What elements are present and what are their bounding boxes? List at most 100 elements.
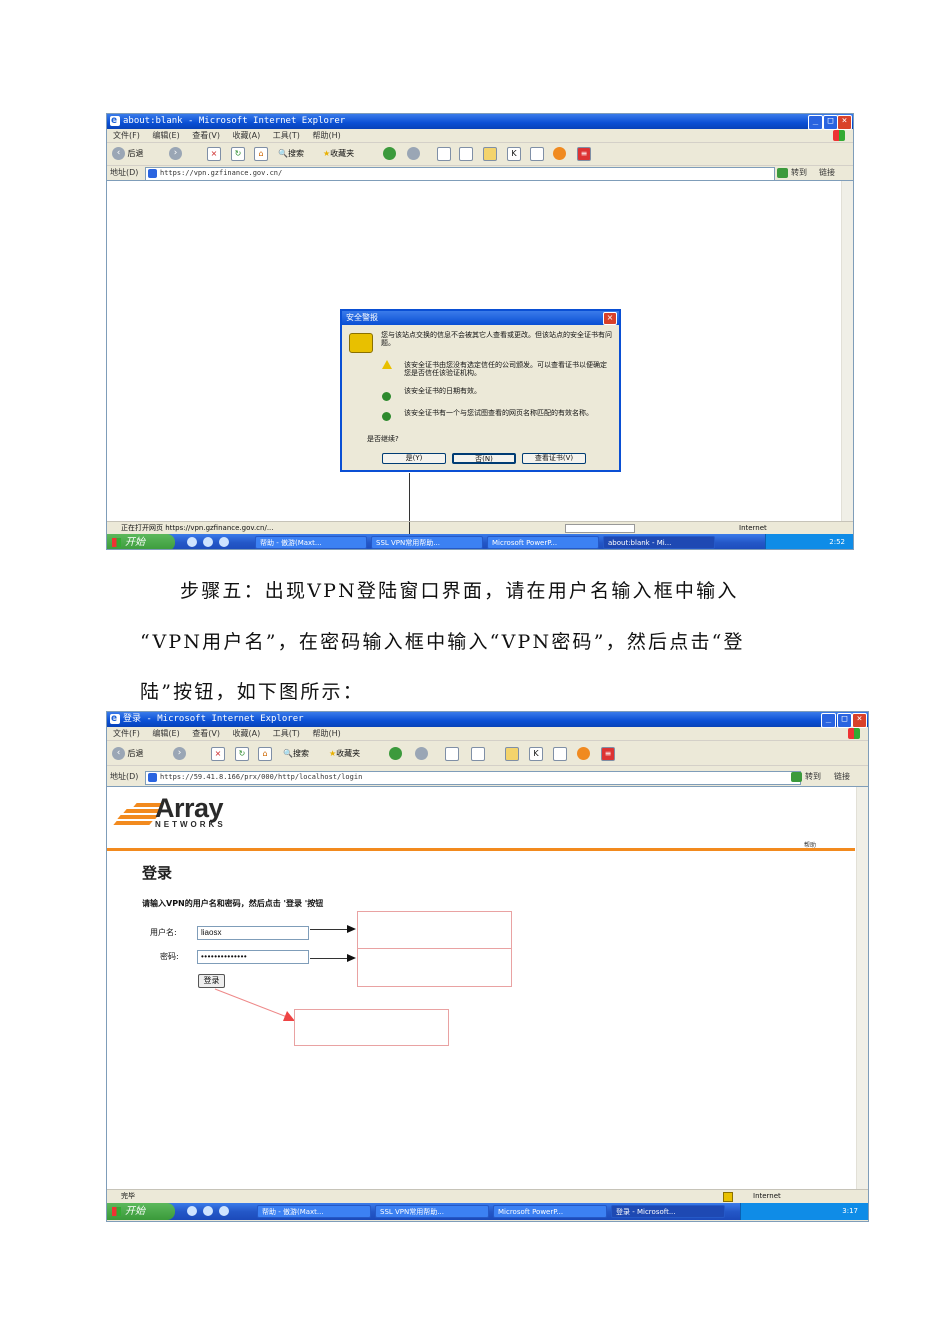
links-label[interactable]: 链接 bbox=[834, 770, 850, 784]
no-button[interactable]: 否(N) bbox=[452, 453, 516, 464]
back-button[interactable]: ‹ 后退 bbox=[112, 146, 144, 162]
menu-favorites[interactable]: 收藏(A) bbox=[233, 131, 261, 140]
menu-help[interactable]: 帮助(H) bbox=[312, 131, 340, 140]
home-button[interactable]: ⌂ bbox=[258, 746, 272, 762]
edit-button[interactable] bbox=[459, 146, 473, 162]
address-input[interactable]: https://59.41.8.166/prx/000/http/localho… bbox=[145, 771, 801, 785]
quicklaunch-icon[interactable] bbox=[219, 1206, 229, 1216]
start-button[interactable]: 开始 bbox=[107, 534, 175, 549]
back-button[interactable]: ‹ 后退 bbox=[112, 746, 144, 762]
menu-view[interactable]: 查看(V) bbox=[192, 729, 220, 738]
favorites-button[interactable]: ★收藏夹 bbox=[323, 146, 354, 162]
tool-button[interactable] bbox=[530, 146, 544, 162]
go-button[interactable]: 转到 bbox=[805, 770, 821, 784]
history-button[interactable] bbox=[415, 746, 428, 762]
start-button[interactable]: 开始 bbox=[107, 1203, 175, 1220]
username-field[interactable]: liaosx bbox=[197, 926, 309, 940]
menu-edit[interactable]: 编辑(E) bbox=[152, 729, 179, 738]
folder-button[interactable] bbox=[505, 746, 519, 762]
quicklaunch-icon[interactable] bbox=[187, 1206, 197, 1216]
print-button[interactable] bbox=[445, 746, 459, 762]
tool-button[interactable] bbox=[553, 746, 567, 762]
print-button[interactable] bbox=[437, 146, 451, 162]
ie-icon bbox=[110, 712, 120, 726]
quicklaunch-icon[interactable] bbox=[187, 537, 197, 547]
history-button[interactable] bbox=[407, 146, 420, 162]
taskbar-item[interactable]: SSL VPN常用帮助... bbox=[375, 1205, 489, 1218]
flag-button[interactable]: ≡ bbox=[601, 746, 615, 762]
menu-edit[interactable]: 编辑(E) bbox=[152, 131, 179, 140]
taskbar: 开始 帮助 - 傲游(Maxt... SSL VPN常用帮助... Micros… bbox=[107, 1203, 868, 1220]
ie-window-2: 登录 - Microsoft Internet Explorer _ □ × 文… bbox=[106, 711, 869, 1222]
search-button[interactable]: 🔍搜索 bbox=[278, 146, 304, 162]
refresh-button[interactable]: ↻ bbox=[231, 146, 245, 162]
menu-tools[interactable]: 工具(T) bbox=[273, 131, 300, 140]
close-button[interactable]: × bbox=[837, 115, 852, 130]
taskbar-item[interactable]: Microsoft PowerP... bbox=[493, 1205, 607, 1218]
links-label[interactable]: 链接 bbox=[819, 166, 835, 180]
taskbar-item-active[interactable]: 登录 - Microsoft... bbox=[611, 1205, 725, 1218]
yes-button[interactable]: 是(Y) bbox=[382, 453, 446, 464]
menu-file[interactable]: 文件(F) bbox=[113, 729, 140, 738]
go-arrow-icon[interactable] bbox=[777, 168, 788, 178]
forward-button[interactable]: › bbox=[173, 746, 186, 762]
maxthon-button[interactable] bbox=[577, 746, 590, 762]
maximize-button[interactable]: □ bbox=[837, 713, 852, 728]
media-button[interactable] bbox=[383, 146, 396, 162]
title-bar: about:blank - Microsoft Internet Explore… bbox=[107, 114, 853, 130]
dialog-item-2: 该安全证书的日期有效。 bbox=[404, 387, 481, 395]
print-icon bbox=[437, 146, 451, 161]
taskbar-item-active[interactable]: about:blank - Mi... bbox=[603, 536, 715, 549]
forward-button[interactable]: › bbox=[169, 146, 182, 162]
favorites-button[interactable]: ★收藏夹 bbox=[329, 746, 360, 762]
k-button[interactable]: K bbox=[529, 746, 543, 762]
clock: 2:52 bbox=[829, 538, 845, 546]
login-button[interactable]: 登录 bbox=[198, 974, 225, 988]
minimize-button[interactable]: _ bbox=[808, 115, 823, 130]
address-input[interactable]: https://vpn.gzfinance.gov.cn/ bbox=[145, 167, 775, 181]
taskbar-item[interactable]: SSL VPN常用帮助... bbox=[371, 536, 483, 549]
k-button[interactable]: K bbox=[507, 146, 521, 162]
quicklaunch-icon[interactable] bbox=[203, 537, 213, 547]
folder-button[interactable] bbox=[483, 146, 497, 162]
go-button[interactable]: 转到 bbox=[791, 166, 807, 180]
flag-button[interactable]: ≡ bbox=[577, 146, 591, 162]
menu-tools[interactable]: 工具(T) bbox=[273, 729, 300, 738]
annotation-arrow-icon bbox=[445, 549, 453, 550]
maxthon-button[interactable] bbox=[553, 146, 566, 162]
media-button[interactable] bbox=[389, 746, 402, 762]
taskbar-item[interactable]: 帮助 - 傲游(Maxt... bbox=[257, 1205, 371, 1218]
taskbar-item[interactable]: Microsoft PowerP... bbox=[487, 536, 599, 549]
home-button[interactable]: ⌂ bbox=[254, 146, 268, 162]
menu-view[interactable]: 查看(V) bbox=[192, 131, 220, 140]
close-button[interactable]: × bbox=[852, 713, 867, 728]
go-arrow-icon[interactable] bbox=[791, 772, 802, 782]
login-instruction: 请输入VPN的用户名和密码，然后点击 '登录 '按钮 bbox=[142, 899, 324, 908]
refresh-icon: ↻ bbox=[235, 746, 249, 761]
stop-button[interactable]: × bbox=[211, 746, 225, 762]
vertical-scrollbar[interactable] bbox=[856, 787, 868, 1190]
array-networks-logo: Array NETWORKS bbox=[113, 793, 265, 831]
view-certificate-button[interactable]: 查看证书(V) bbox=[522, 453, 586, 464]
menu-help[interactable]: 帮助(H) bbox=[312, 729, 340, 738]
ie-icon bbox=[110, 114, 120, 128]
password-field[interactable]: •••••••••••••• bbox=[197, 950, 309, 964]
menu-favorites[interactable]: 收藏(A) bbox=[233, 729, 261, 738]
annotation-line bbox=[310, 958, 348, 959]
taskbar-item[interactable]: 帮助 - 傲游(Maxt... bbox=[255, 536, 367, 549]
flag-icon: ≡ bbox=[577, 146, 591, 161]
stop-button[interactable]: × bbox=[207, 146, 221, 162]
minimize-button[interactable]: _ bbox=[821, 713, 836, 728]
quicklaunch-icon[interactable] bbox=[203, 1206, 213, 1216]
back-arrow-icon: ‹ bbox=[112, 147, 125, 160]
vertical-scrollbar[interactable] bbox=[841, 181, 853, 522]
quicklaunch-icon[interactable] bbox=[219, 537, 229, 547]
search-button[interactable]: 🔍搜索 bbox=[283, 746, 309, 762]
menu-file[interactable]: 文件(F) bbox=[113, 131, 140, 140]
maximize-button[interactable]: □ bbox=[823, 115, 838, 130]
username-label: 用户名: bbox=[150, 928, 177, 937]
refresh-button[interactable]: ↻ bbox=[235, 746, 249, 762]
edit-button[interactable] bbox=[471, 746, 485, 762]
status-zone: Internet bbox=[753, 1192, 781, 1200]
dialog-close-button[interactable]: × bbox=[603, 312, 617, 325]
